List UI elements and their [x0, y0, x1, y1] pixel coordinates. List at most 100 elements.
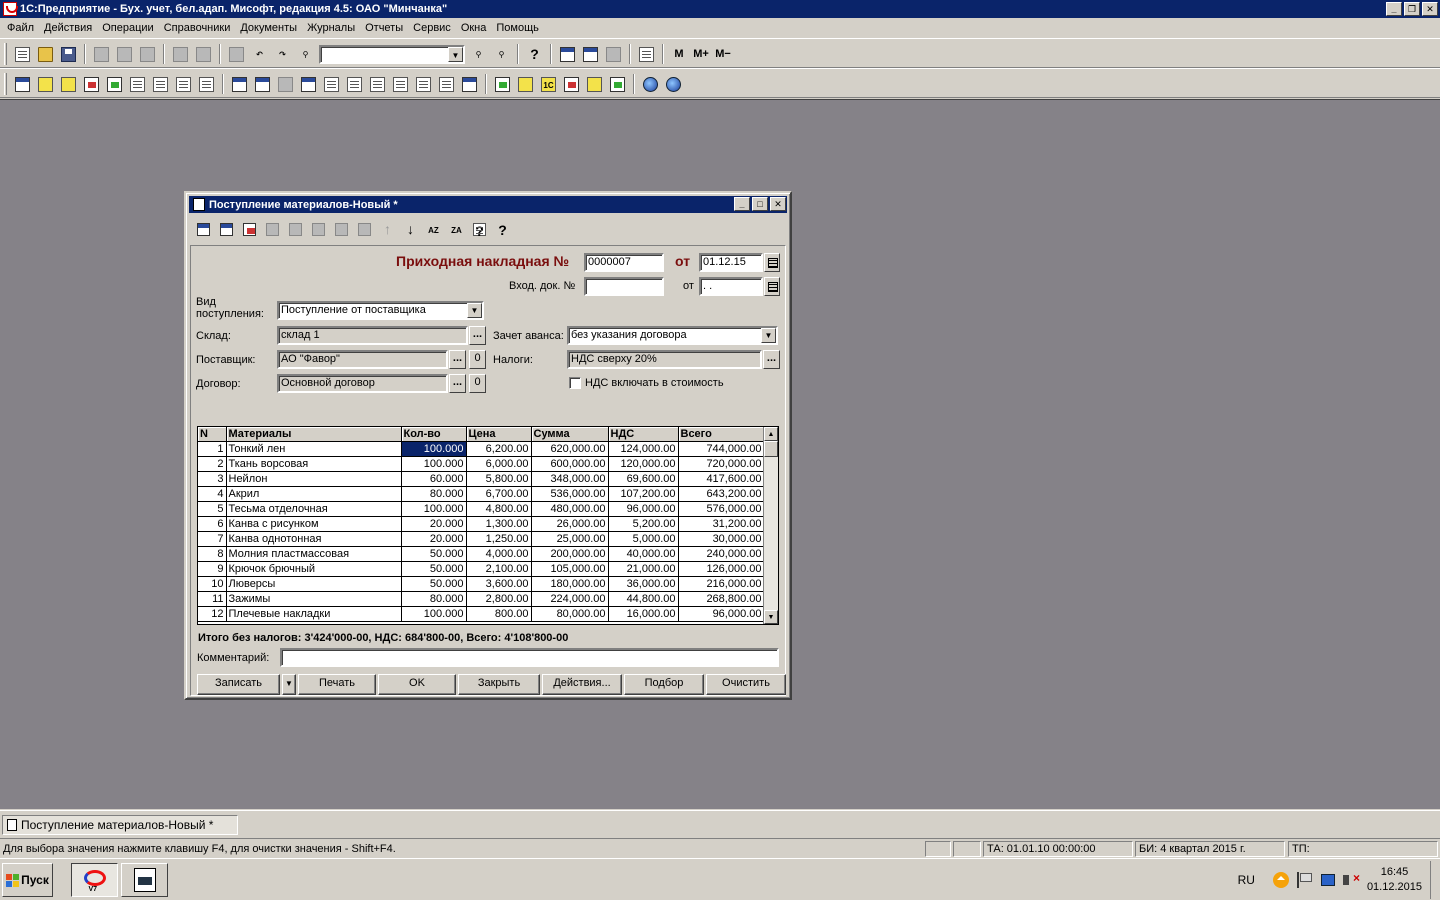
- tb-report-2-button[interactable]: [320, 73, 343, 95]
- materials-table[interactable]: N Материалы Кол-во Цена Сумма НДС Всего …: [197, 426, 779, 625]
- cell-qty[interactable]: 20.000: [401, 531, 467, 547]
- cell-sum[interactable]: 480,000.00: [531, 501, 609, 517]
- cell-sum[interactable]: 180,000.00: [531, 576, 609, 592]
- chevron-down-icon[interactable]: ▼: [448, 46, 463, 62]
- tb-internet-2-button[interactable]: [662, 73, 685, 95]
- tb-materials-button[interactable]: [34, 73, 57, 95]
- tb-chess-button[interactable]: [274, 73, 297, 95]
- menu-references[interactable]: Справочники: [159, 22, 236, 34]
- cell-material[interactable]: Ткань ворсовая: [226, 456, 402, 472]
- toolbar-grip[interactable]: [4, 73, 7, 95]
- save-menu-dropdown[interactable]: ▼: [282, 674, 296, 695]
- cell-sum[interactable]: 536,000.00: [531, 486, 609, 502]
- cell-n[interactable]: 9: [198, 561, 227, 577]
- doc-date-field[interactable]: 01.12.15: [699, 253, 763, 272]
- taxes-select-button[interactable]: ...: [763, 350, 780, 369]
- cell-sum[interactable]: 620,000.00: [531, 441, 609, 457]
- close-form-button[interactable]: Закрыть: [458, 674, 540, 695]
- cell-sum[interactable]: 348,000.00: [531, 471, 609, 487]
- cell-vat[interactable]: 120,000.00: [608, 456, 679, 472]
- menu-service[interactable]: Сервис: [408, 22, 456, 34]
- tb-chart-button[interactable]: [11, 73, 34, 95]
- cell-n[interactable]: 1: [198, 441, 227, 457]
- menu-journals[interactable]: Журналы: [302, 22, 360, 34]
- menu-file[interactable]: Файл: [2, 22, 39, 34]
- table-row[interactable]: 12 Плечевые накладки 100.000 800.00 80,000.0…: [198, 606, 765, 622]
- cell-price[interactable]: 6,000.00: [466, 456, 532, 472]
- memory-minus-button[interactable]: M−: [712, 43, 734, 65]
- redo-button[interactable]: ↷: [271, 43, 294, 65]
- sort-desc-button[interactable]: ZA: [445, 218, 468, 240]
- start-button[interactable]: Пуск: [2, 863, 53, 897]
- cell-material[interactable]: Тесьма отделочная: [226, 501, 402, 517]
- cell-vat[interactable]: 5,000.00: [608, 531, 679, 547]
- cell-qty[interactable]: 20.000: [401, 516, 467, 532]
- tb-report-5-button[interactable]: [389, 73, 412, 95]
- doc-maximize-button[interactable]: □: [752, 197, 768, 211]
- cell-total[interactable]: 417,600.00: [678, 471, 765, 487]
- menu-windows[interactable]: Окна: [456, 22, 492, 34]
- cell-price[interactable]: 6,700.00: [466, 486, 532, 502]
- document-title-bar[interactable]: Поступление материалов-Новый * _ □ ✕: [189, 196, 787, 213]
- update-icon[interactable]: [1272, 872, 1289, 888]
- cell-n[interactable]: 4: [198, 486, 227, 502]
- taxes-field[interactable]: НДС сверху 20%: [567, 350, 762, 369]
- close-button[interactable]: ✕: [1422, 2, 1438, 16]
- calculator-button[interactable]: [556, 43, 579, 65]
- scroll-thumb[interactable]: [764, 441, 778, 457]
- replace-button[interactable]: ⚲: [490, 43, 513, 65]
- minimize-button[interactable]: _: [1386, 2, 1402, 16]
- show-desktop-button[interactable]: [1430, 861, 1440, 899]
- print-preview-button[interactable]: [192, 43, 215, 65]
- cell-material[interactable]: Люверсы: [226, 576, 402, 592]
- window-tab-receipt[interactable]: Поступление материалов-Новый *: [2, 815, 238, 835]
- comment-field[interactable]: [280, 648, 779, 667]
- network-icon[interactable]: [1320, 874, 1335, 886]
- cell-qty[interactable]: 100.000: [401, 501, 467, 517]
- tb-tool-2-button[interactable]: [514, 73, 537, 95]
- table-row[interactable]: 7 Канва однотонная 20.000 1,250.00 25,000.00…: [198, 531, 765, 547]
- cell-vat[interactable]: 44,800.00: [608, 591, 679, 607]
- ic-button-5[interactable]: [284, 218, 307, 240]
- cell-n[interactable]: 11: [198, 591, 227, 607]
- table-row[interactable]: 5 Тесьма отделочная 100.000 4,800.00 480,000…: [198, 501, 765, 517]
- cell-qty[interactable]: 60.000: [401, 471, 467, 487]
- supplier-field[interactable]: АО "Фавор": [277, 350, 448, 369]
- column-header-qty[interactable]: Кол-во: [401, 427, 467, 442]
- cell-total[interactable]: 30,000.00: [678, 531, 765, 547]
- tb-report-1-button[interactable]: [297, 73, 320, 95]
- tb-analysis-button[interactable]: [458, 73, 481, 95]
- cell-material[interactable]: Канва однотонная: [226, 531, 402, 547]
- tb-internet-1-button[interactable]: [639, 73, 662, 95]
- supplier-select-button[interactable]: ...: [449, 350, 466, 369]
- memory-button[interactable]: M: [668, 43, 690, 65]
- cell-price[interactable]: 4,000.00: [466, 546, 532, 562]
- cell-total[interactable]: 126,000.00: [678, 561, 765, 577]
- cell-total[interactable]: 576,000.00: [678, 501, 765, 517]
- cell-material[interactable]: Тонкий лен: [226, 441, 402, 457]
- search-combo[interactable]: ▼: [319, 44, 465, 64]
- table-row[interactable]: 2 Ткань ворсовая 100.000 6,000.00 600,000.00…: [198, 456, 765, 472]
- context-help-button[interactable]: ?: [491, 218, 514, 240]
- save-toolbar-button[interactable]: [57, 43, 80, 65]
- chevron-down-icon[interactable]: ▼: [761, 328, 776, 343]
- tb-goods-button[interactable]: [57, 73, 80, 95]
- tb-journal-2-button[interactable]: [251, 73, 274, 95]
- incoming-calendar-button[interactable]: [764, 277, 780, 296]
- cell-total[interactable]: 744,000.00: [678, 441, 765, 457]
- move-down-button[interactable]: ↓: [399, 218, 422, 240]
- cut-button[interactable]: [90, 43, 113, 65]
- menu-actions[interactable]: Действия: [39, 22, 97, 34]
- cell-sum[interactable]: 25,000.00: [531, 531, 609, 547]
- doc-help-button[interactable]: ?: [468, 218, 491, 240]
- cell-price[interactable]: 2,800.00: [466, 591, 532, 607]
- cell-n[interactable]: 10: [198, 576, 227, 592]
- print-button-form[interactable]: Печать: [298, 674, 376, 695]
- find-next-button[interactable]: ⚲: [467, 43, 490, 65]
- cell-sum[interactable]: 224,000.00: [531, 591, 609, 607]
- cell-material[interactable]: Крючок брючный: [226, 561, 402, 577]
- cell-n[interactable]: 2: [198, 456, 227, 472]
- copy-button[interactable]: [113, 43, 136, 65]
- warehouse-field[interactable]: склад 1: [277, 326, 468, 345]
- table-row[interactable]: 4 Акрил 80.000 6,700.00 536,000.00 107,200.00…: [198, 486, 765, 502]
